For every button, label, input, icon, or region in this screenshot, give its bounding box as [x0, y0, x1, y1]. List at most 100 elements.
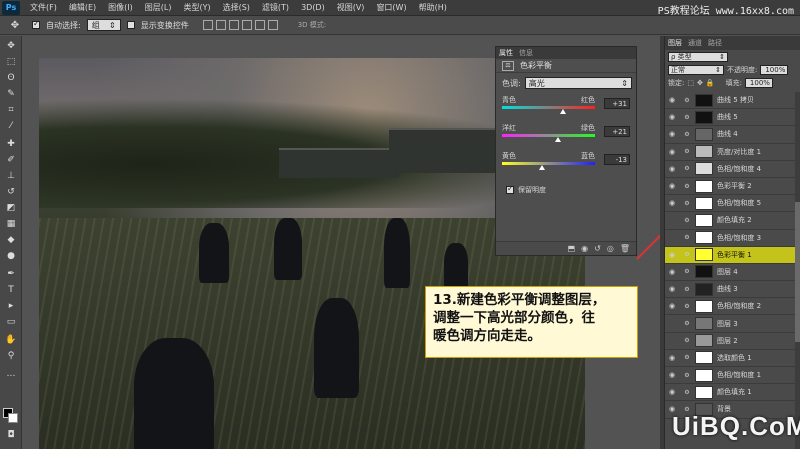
layer-row[interactable]: ◉ ⚙ 色彩平衡 1	[665, 246, 800, 264]
document-canvas[interactable]: 属性 信息 ⚖ 色彩平衡 色调: 高光 ⇕ 青色 红色 +31 洋红 绿色 +2…	[23, 36, 660, 449]
layer-row[interactable]: ◉ ⚙ 曲线 5	[665, 109, 800, 127]
layer-mask-thumbnail[interactable]	[695, 368, 713, 382]
layer-row[interactable]: ◉ ⚙ 曲线 5 拷贝	[665, 92, 800, 110]
slider-handle[interactable]	[539, 165, 546, 170]
layer-row[interactable]: ◉ ⚙ 色相/饱和度 1	[665, 367, 800, 385]
eye-icon[interactable]: ◉	[665, 268, 679, 276]
shape-tool-icon[interactable]: ▭	[3, 316, 19, 328]
zoom-tool-icon[interactable]: ⚲	[3, 350, 19, 362]
quick-select-tool-icon[interactable]: ✎	[3, 88, 19, 100]
eye-icon[interactable]: ◉	[665, 320, 679, 328]
eye-icon[interactable]: ◉	[665, 130, 679, 138]
eye-icon[interactable]: ◉	[665, 199, 679, 207]
align-bottom-icon[interactable]	[228, 20, 239, 30]
type-tool-icon[interactable]: T	[3, 284, 19, 296]
healing-brush-tool-icon[interactable]: ✚	[3, 138, 19, 150]
layer-mask-thumbnail[interactable]	[695, 231, 713, 245]
auto-select-checkbox[interactable]	[32, 19, 40, 29]
eyedropper-tool-icon[interactable]: ⁄	[3, 120, 19, 132]
fill-input[interactable]: 100%	[744, 77, 773, 88]
layer-mask-thumbnail[interactable]	[695, 213, 713, 227]
clone-stamp-tool-icon[interactable]: ⊥	[3, 170, 19, 182]
layer-mask-thumbnail[interactable]	[695, 385, 713, 399]
eye-icon[interactable]: ◉	[665, 96, 679, 104]
tone-dropdown[interactable]: 高光 ⇕	[524, 77, 632, 89]
layer-mask-thumbnail[interactable]	[695, 317, 713, 331]
eye-icon[interactable]: ◉	[665, 302, 679, 310]
layer-row[interactable]: ◉ ⚙ 色相/饱和度 5	[665, 195, 800, 213]
menu-type[interactable]: 类型(Y)	[177, 2, 216, 13]
menu-view[interactable]: 视图(V)	[331, 2, 371, 13]
background-color-swatch[interactable]	[8, 413, 18, 423]
layer-row[interactable]: ◉ ⚙ 曲线 4	[665, 126, 800, 144]
menu-layer[interactable]: 图层(L)	[139, 2, 178, 13]
align-left-icon[interactable]	[241, 20, 252, 30]
marquee-tool-icon[interactable]: ⬚	[3, 56, 19, 68]
eye-icon[interactable]: ◉	[665, 371, 679, 379]
layer-mask-thumbnail[interactable]	[695, 127, 713, 141]
brush-tool-icon[interactable]: ✐	[3, 154, 19, 166]
layer-mask-thumbnail[interactable]	[695, 196, 713, 210]
slider-value-input[interactable]: +21	[604, 126, 630, 137]
layer-row[interactable]: ◉ ⚙ 图层 3	[665, 315, 800, 333]
slider-value-input[interactable]: +31	[604, 98, 630, 109]
layer-row[interactable]: ◉ ⚙ 颜色填充 2	[665, 212, 800, 230]
layer-row[interactable]: ◉ ⚙ 图层 4	[665, 263, 800, 282]
layers-scrollbar[interactable]	[795, 92, 800, 449]
clip-to-layer-icon[interactable]: ⬒	[568, 244, 576, 253]
quick-mask-icon[interactable]: ◘	[3, 429, 19, 441]
slider-track[interactable]	[502, 106, 595, 109]
eye-icon[interactable]: ◉	[665, 165, 679, 173]
menu-window[interactable]: 窗口(W)	[370, 2, 412, 13]
eye-icon[interactable]: ◉	[665, 337, 679, 345]
path-select-tool-icon[interactable]: ▸	[3, 300, 19, 312]
layer-mask-thumbnail[interactable]	[695, 93, 713, 107]
eye-icon[interactable]: ◉	[665, 148, 679, 156]
visibility-icon[interactable]: ◎	[607, 244, 614, 253]
eye-icon[interactable]: ◉	[665, 216, 679, 224]
layer-row[interactable]: ◉ ⚙ 色相/饱和度 3	[665, 229, 800, 247]
scroll-thumb[interactable]	[795, 202, 800, 342]
layer-kind-filter[interactable]: ρ 类型 ⇕	[668, 51, 728, 62]
menu-image[interactable]: 图像(I)	[102, 2, 139, 13]
tab-paths[interactable]: 路径	[708, 38, 722, 48]
layer-row[interactable]: ◉ ⚙ 色彩平衡 2	[665, 177, 800, 196]
tab-properties[interactable]: 属性	[499, 48, 513, 58]
layer-mask-thumbnail[interactable]	[695, 299, 713, 313]
align-top-icon[interactable]	[202, 20, 213, 30]
layer-row[interactable]: ◉ ⚙ 曲线 3	[665, 281, 800, 299]
slider-handle[interactable]	[555, 137, 562, 142]
layer-mask-thumbnail[interactable]	[695, 334, 713, 348]
slider-track[interactable]	[502, 162, 595, 165]
slider-track[interactable]	[502, 134, 595, 137]
eye-icon[interactable]: ◉	[665, 354, 679, 362]
blur-tool-icon[interactable]: ◆	[3, 234, 19, 246]
dodge-tool-icon[interactable]: ●	[3, 250, 19, 262]
menu-edit[interactable]: 编辑(E)	[63, 2, 102, 13]
layer-mask-thumbnail[interactable]	[695, 265, 713, 279]
layer-mask-thumbnail[interactable]	[695, 179, 713, 193]
layer-row[interactable]: ◉ ⚙ 图层 2	[665, 332, 800, 350]
menu-3d[interactable]: 3D(D)	[295, 3, 331, 12]
trash-icon[interactable]: 🗑	[620, 244, 630, 253]
layer-row[interactable]: ◉ ⚙ 亮度/对比度 1	[665, 143, 800, 161]
slider-handle[interactable]	[559, 109, 566, 114]
align-middle-icon[interactable]	[215, 20, 226, 30]
blend-mode-dropdown[interactable]: 正常 ⇕	[668, 64, 724, 75]
menu-help[interactable]: 帮助(H)	[413, 2, 453, 13]
show-transform-checkbox[interactable]	[126, 21, 135, 29]
tab-info[interactable]: 信息	[519, 48, 533, 58]
layer-mask-thumbnail[interactable]	[695, 162, 713, 176]
lasso-tool-icon[interactable]: ʘ	[3, 72, 19, 84]
eye-icon[interactable]: ◉	[665, 113, 679, 121]
tab-channels[interactable]: 通道	[688, 38, 702, 48]
move-tool-icon[interactable]: ✥	[3, 40, 19, 52]
eraser-tool-icon[interactable]: ◩	[3, 202, 19, 214]
menu-filter[interactable]: 滤镜(T)	[256, 2, 295, 13]
pen-tool-icon[interactable]: ✒	[3, 268, 19, 280]
menu-file[interactable]: 文件(F)	[24, 2, 63, 13]
layer-row[interactable]: ◉ ⚙ 颜色填充 1	[665, 384, 800, 402]
layer-mask-thumbnail[interactable]	[695, 145, 713, 159]
layer-mask-thumbnail[interactable]	[695, 282, 713, 296]
lock-position-icon[interactable]: ✥	[697, 79, 703, 87]
